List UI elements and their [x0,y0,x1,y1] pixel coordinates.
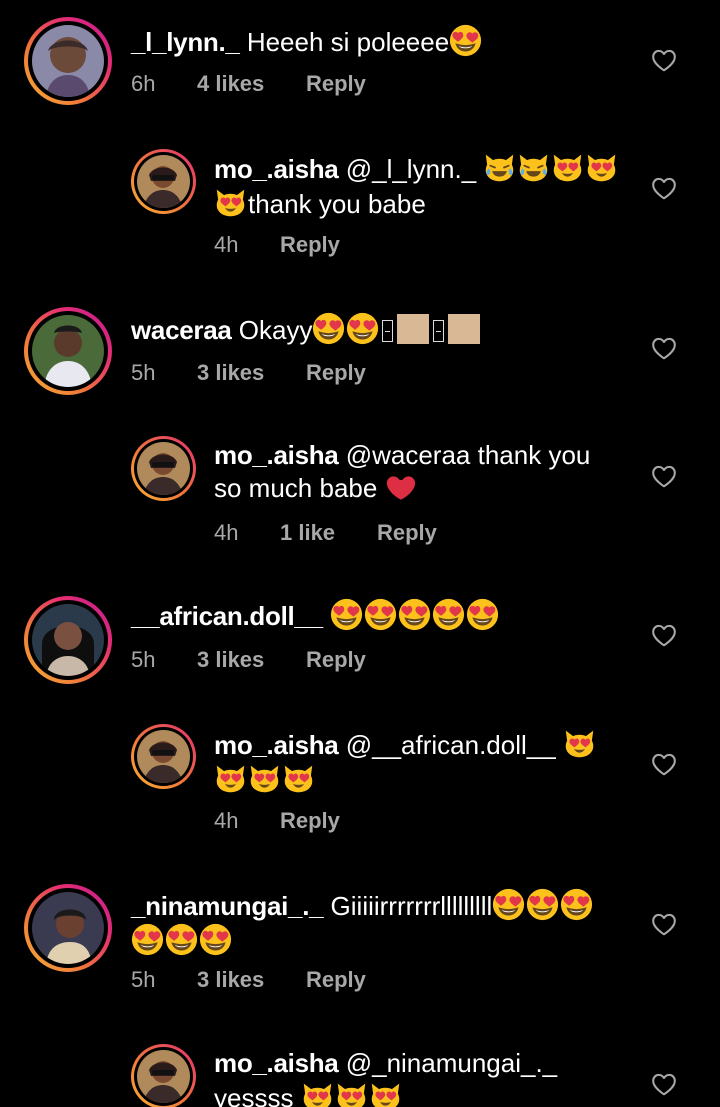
reply-item: mo_.aisha @_ninamungai_._ yessss [0,1030,720,1107]
heart-eyes-icon [449,24,482,57]
comment-likes[interactable]: 3 likes [197,967,306,993]
heart-eyes-cat-icon [282,762,315,795]
joy-cat-icon [483,151,516,184]
heart-eyes-cat-icon [335,1080,368,1107]
comment-username[interactable]: waceraa [131,315,232,345]
comment-text: @_ninamungai_._ [345,1048,558,1078]
heart-outline-icon[interactable] [651,623,677,647]
comment-item: _ninamungai_._ Giiiiirrrrrrrlllllllll 5h… [0,870,720,1020]
comment-text: @_l_lynn._ [345,154,477,184]
comment-username[interactable]: _l_lynn._ [131,27,240,57]
reply-button[interactable]: Reply [280,808,340,834]
heart-eyes-icon [330,598,363,631]
comment-text-continued: so much babe [214,473,378,503]
missing-glyph-icon [433,320,445,342]
heart-eyes-icon [199,923,232,956]
comment-time: 5h [131,647,156,672]
comment-username[interactable]: mo_.aisha [214,440,339,470]
heart-eyes-icon [165,923,198,956]
heart-eyes-icon [364,598,397,631]
comment-username[interactable]: __african.doll__ [131,601,323,631]
heart-eyes-icon [432,598,465,631]
heart-outline-icon[interactable] [651,464,677,488]
reply-button[interactable]: Reply [306,967,366,993]
comment-time: 5h [131,360,156,385]
comment-username[interactable]: mo_.aisha [214,730,339,760]
comment-likes[interactable]: 3 likes [197,360,306,386]
heart-eyes-icon [131,923,164,956]
heart-eyes-cat-icon [248,762,281,795]
heart-eyes-cat-icon [563,727,596,760]
comment-text: Okayy [238,315,313,345]
comment-likes[interactable]: 1 like [280,520,377,546]
reply-button[interactable]: Reply [306,360,366,386]
heart-outline-icon[interactable] [651,336,677,360]
avatar[interactable] [24,884,112,972]
comment-username[interactable]: mo_.aisha [214,1048,339,1078]
comment-text-continued: yessss [214,1083,294,1107]
comment-item: __african.doll__ 5h 3 likes Reply [0,580,720,710]
comment-item: waceraa Okayy 5h 3 likes Reply [0,290,720,420]
avatar[interactable] [131,149,196,214]
avatar[interactable] [131,436,196,501]
heart-eyes-cat-icon [214,762,247,795]
heart-eyes-icon [492,888,525,921]
avatar[interactable] [24,307,112,395]
reply-button[interactable]: Reply [306,71,366,97]
comment-time: 5h [131,967,156,992]
reply-button[interactable]: Reply [377,520,437,546]
comment-time: 4h [214,808,239,833]
comment-item: _l_lynn._ Heeeh si poleeee 6h 4 likes Re… [0,0,720,130]
comment-username[interactable]: mo_.aisha [214,154,339,184]
comment-text: Giiiiirrrrrrrlllllllll [330,891,493,921]
heart-eyes-cat-icon [301,1080,334,1107]
heart-eyes-cat-icon [585,151,618,184]
joy-cat-icon [517,151,550,184]
avatar[interactable] [131,1044,196,1107]
comment-likes[interactable]: 4 likes [197,71,306,97]
reply-button[interactable]: Reply [306,647,366,673]
comment-text-continued: thank you babe [248,189,426,219]
skin-tone-icon [397,314,430,344]
skin-tone-icon [448,314,481,344]
red-heart-icon [385,473,417,503]
heart-eyes-cat-icon [214,186,247,219]
heart-outline-icon[interactable] [651,176,677,200]
heart-outline-icon[interactable] [651,912,677,936]
heart-outline-icon[interactable] [651,1072,677,1096]
comment-time: 6h [131,71,156,96]
heart-eyes-cat-icon [551,151,584,184]
missing-glyph-icon [382,320,394,342]
reply-item: mo_.aisha @__african.doll__ 4h Reply [0,710,720,870]
heart-outline-icon[interactable] [651,48,677,72]
comment-likes[interactable]: 3 likes [197,647,306,673]
heart-eyes-icon [560,888,593,921]
heart-eyes-icon [312,312,345,345]
heart-eyes-icon [398,598,431,631]
heart-eyes-icon [346,312,379,345]
avatar[interactable] [24,17,112,105]
heart-outline-icon[interactable] [651,752,677,776]
reply-item: mo_.aisha @_l_lynn._ thank you babe 4h R… [0,130,720,290]
comment-text: Heeeh si poleeee [246,27,450,57]
avatar[interactable] [131,724,196,789]
reply-button[interactable]: Reply [280,232,340,258]
comment-username[interactable]: _ninamungai_._ [131,891,324,921]
comment-text: @waceraa thank you [345,440,591,470]
heart-eyes-icon [526,888,559,921]
comment-time: 4h [214,232,239,257]
reply-item: mo_.aisha @waceraa thank you so much bab… [0,420,720,580]
heart-eyes-icon [466,598,499,631]
comment-time: 4h [214,520,239,545]
comment-text: @__african.doll__ [345,730,556,760]
heart-eyes-cat-icon [369,1080,402,1107]
avatar[interactable] [24,596,112,684]
